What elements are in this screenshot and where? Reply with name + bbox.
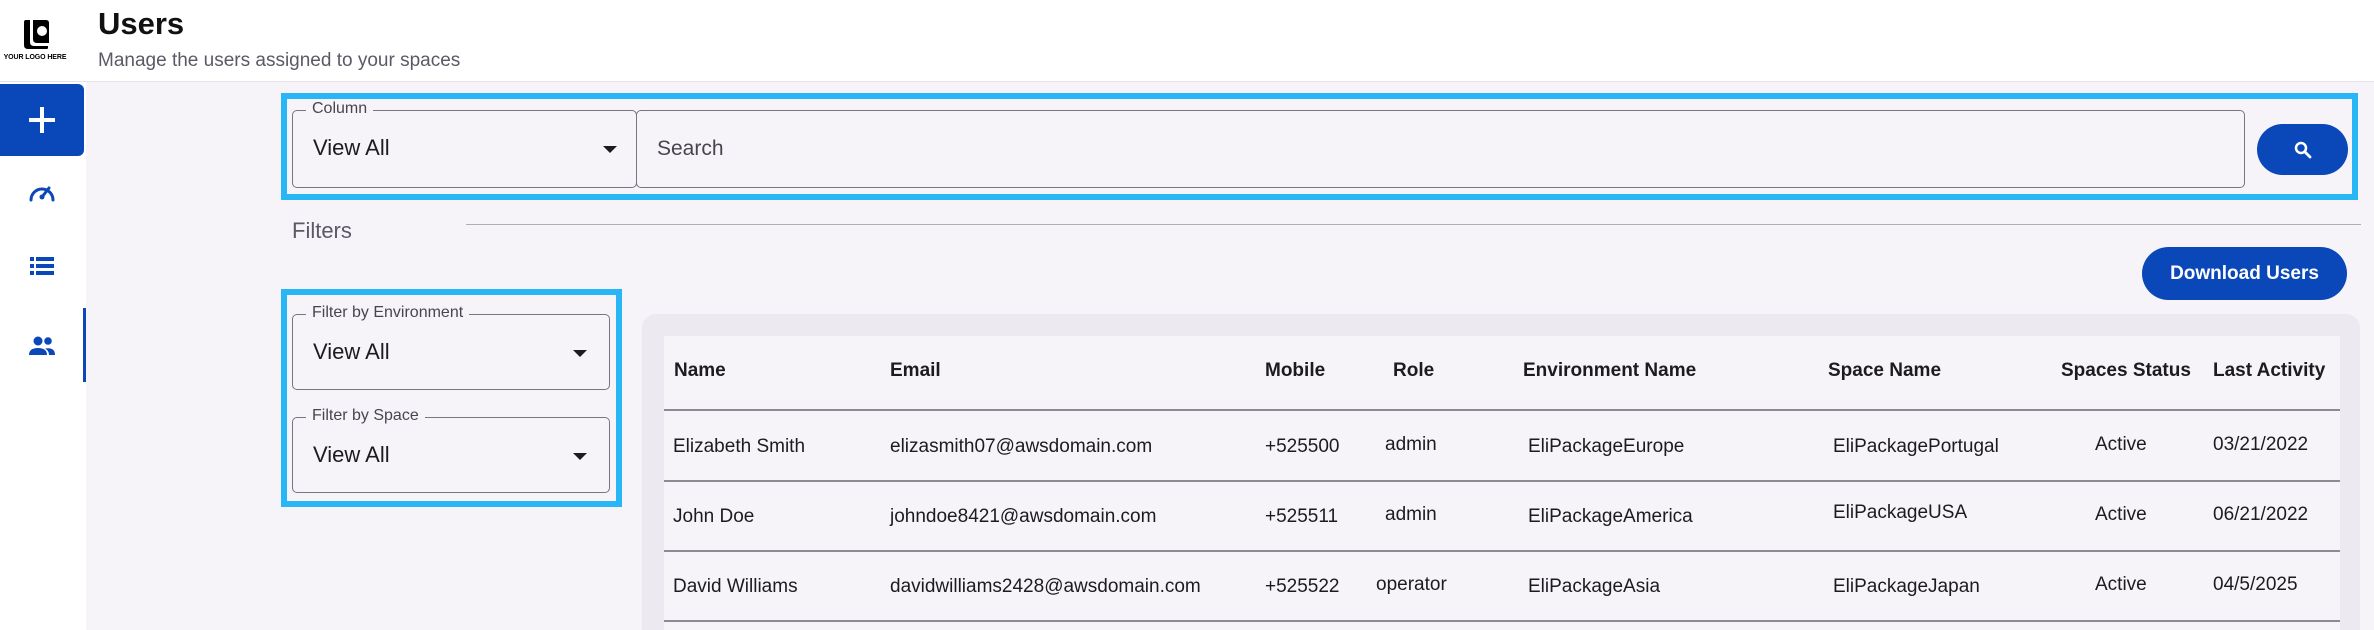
cell-last-activity: 06/21/2022 <box>2213 504 2309 525</box>
table-row-divider <box>664 620 2340 622</box>
column-header-role[interactable]: Role <box>1393 360 1434 382</box>
navigation-rail <box>0 82 86 630</box>
app-header: YOUR LOGO HERE Users Manage the users as… <box>0 0 2374 82</box>
column-header-space-name[interactable]: Space Name <box>1828 360 1941 382</box>
cell-role: admin <box>1385 434 1437 455</box>
page-title: Users <box>98 6 185 41</box>
add-button[interactable] <box>0 84 84 156</box>
cell-name: David Williams <box>673 576 798 597</box>
cell-spaces-status: Active <box>2095 504 2147 525</box>
cell-space-name: EliPackagePortugal <box>1833 436 1999 457</box>
column-header-email[interactable]: Email <box>890 360 941 382</box>
people-icon[interactable] <box>26 330 58 362</box>
filters-divider <box>466 224 2361 225</box>
cell-environment-name: EliPackageAsia <box>1528 576 1661 597</box>
column-header-mobile[interactable]: Mobile <box>1265 360 1325 382</box>
download-users-button[interactable]: Download Users <box>2142 247 2347 300</box>
column-header-name[interactable]: Name <box>674 360 726 382</box>
column-header-environment-name[interactable]: Environment Name <box>1523 360 1696 382</box>
column-select[interactable]: Column View All <box>292 100 637 188</box>
logo-mark-icon <box>24 20 49 49</box>
cell-space-name: EliPackageJapan <box>1833 576 1980 597</box>
page-subtitle: Manage the users assigned to your spaces <box>98 50 461 71</box>
cell-last-activity: 04/5/2025 <box>2213 574 2298 595</box>
cell-mobile: +525522 <box>1265 576 1340 597</box>
cell-email: davidwilliams2428@awsdomain.com <box>890 576 1201 597</box>
column-select-label: Column <box>306 100 374 118</box>
environment-filter-label: Filter by Environment <box>306 304 470 322</box>
column-header-spaces-status[interactable]: Spaces Status <box>2061 360 2191 382</box>
table-row-divider <box>664 480 2340 482</box>
cell-name: Elizabeth Smith <box>673 436 806 457</box>
speedometer-icon[interactable] <box>26 178 58 210</box>
cell-mobile: +525511 <box>1265 506 1339 527</box>
cell-email: johndoe8421@awsdomain.com <box>890 506 1157 527</box>
column-select-value: View All <box>313 135 390 160</box>
plus-icon <box>29 107 55 133</box>
logo-text: YOUR LOGO HERE <box>3 54 67 61</box>
table-row-divider <box>664 409 2340 411</box>
cell-environment-name: EliPackageEurope <box>1528 436 1685 457</box>
cell-spaces-status: Active <box>2095 434 2147 455</box>
environment-filter-value: View All <box>313 339 390 364</box>
space-filter-select[interactable]: Filter by Space View All <box>292 407 610 493</box>
cell-spaces-status: Active <box>2095 574 2147 595</box>
cell-mobile: +525500 <box>1265 436 1340 457</box>
cell-last-activity: 03/21/2022 <box>2213 434 2309 455</box>
cell-email: elizasmith07@awsdomain.com <box>890 436 1153 457</box>
space-filter-value: View All <box>313 442 390 467</box>
search-button[interactable] <box>2257 124 2348 175</box>
company-logo[interactable]: YOUR LOGO HERE <box>0 12 70 70</box>
table-row-divider <box>664 550 2340 552</box>
chevron-down-icon <box>573 350 587 357</box>
chevron-down-icon <box>573 453 587 460</box>
active-nav-indicator <box>83 308 86 382</box>
cell-environment-name: EliPackageAmerica <box>1528 506 1693 527</box>
search-icon <box>2294 141 2312 159</box>
cell-space-name: EliPackageUSA <box>1833 502 1968 523</box>
search-input[interactable] <box>636 110 2245 188</box>
chevron-down-icon <box>603 146 617 153</box>
cell-role: operator <box>1376 574 1447 595</box>
space-filter-label: Filter by Space <box>306 407 425 425</box>
list-icon[interactable] <box>26 250 58 282</box>
column-header-last-activity[interactable]: Last Activity <box>2213 360 2325 382</box>
filters-heading: Filters <box>292 218 352 243</box>
cell-name: John Doe <box>673 506 755 527</box>
environment-filter-select[interactable]: Filter by Environment View All <box>292 304 610 390</box>
cell-role: admin <box>1385 504 1437 525</box>
